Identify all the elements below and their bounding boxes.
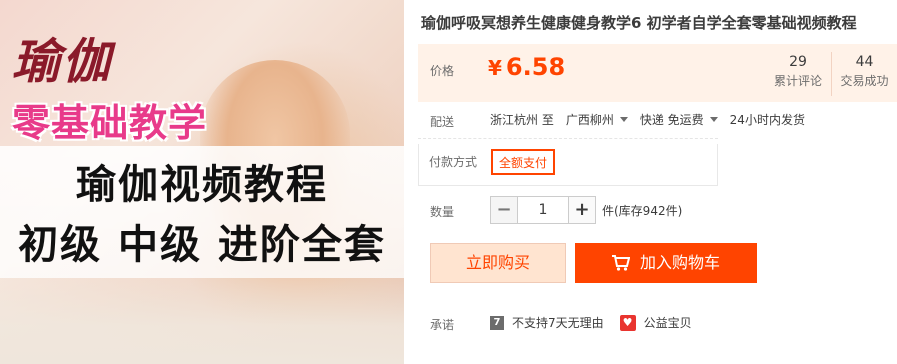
image-floor — [0, 269, 404, 364]
image-subtitle: 零基础教学 — [12, 101, 208, 145]
sales-stats: 29 累计评论 44 交易成功 — [765, 52, 897, 96]
image-line-1: 瑜伽视频教程 — [76, 162, 328, 208]
quantity-label: 数量 — [430, 205, 455, 219]
price-value: ¥6.58 — [488, 53, 565, 81]
ship-from: 浙江杭州 至 — [490, 113, 554, 127]
quantity-plus-button[interactable]: + — [568, 196, 596, 224]
payment-option-full[interactable]: 全额支付 — [491, 149, 556, 175]
image-line-2: 初级 中级 进阶全套 — [18, 222, 386, 268]
no-return-text[interactable]: 不支持7天无理由 — [512, 314, 604, 331]
shipping-row: 浙江杭州 至 广西柳州 快递 免运费 24小时内发货 — [490, 111, 805, 128]
ship-method: 快递 免运费 — [639, 113, 704, 127]
add-to-cart-button[interactable]: 加入购物车 — [575, 243, 757, 283]
price-block: 价格 ¥6.58 29 累计评论 44 交易成功 — [418, 44, 897, 102]
quantity-stepper: − 1 + 件(库存942件) — [490, 196, 682, 224]
ship-to-dropdown[interactable]: 广西柳州 — [566, 111, 628, 128]
add-to-cart-label: 加入购物车 — [639, 253, 720, 272]
product-title: 瑜伽呼吸冥想养生健康健身教学6 初学者自学全套零基础视频教程 — [421, 14, 857, 32]
charity-icon — [619, 314, 636, 331]
transactions-label: 交易成功 — [840, 74, 889, 88]
ship-method-dropdown[interactable]: 快递 免运费 — [640, 111, 718, 128]
transactions-count: 44 — [855, 54, 874, 70]
chevron-down-icon — [619, 117, 628, 122]
divider — [418, 138, 718, 139]
product-info-panel: 瑜伽呼吸冥想养生健康健身教学6 初学者自学全套零基础视频教程 价格 ¥6.58 … — [418, 0, 897, 364]
price-label: 价格 — [430, 64, 455, 78]
payment-label: 付款方式 — [429, 155, 478, 169]
payment-box: 付款方式 全额支付 — [418, 144, 718, 186]
price-amount: 6.58 — [505, 53, 566, 81]
stat-transactions: 44 交易成功 — [831, 52, 897, 96]
currency-symbol: ¥ — [488, 56, 502, 80]
image-title: 瑜伽 — [12, 34, 113, 90]
quantity-minus-button[interactable]: − — [490, 196, 518, 224]
seven-day-icon: 7 — [490, 315, 504, 330]
stock-text: 件(库存942件) — [602, 203, 683, 218]
stat-reviews[interactable]: 29 累计评论 — [765, 52, 831, 96]
charity-text[interactable]: 公益宝贝 — [644, 314, 692, 331]
cart-icon — [611, 255, 630, 271]
shipping-label: 配送 — [430, 115, 455, 129]
quantity-input[interactable]: 1 — [518, 196, 568, 224]
dispatch-time: 24小时内发货 — [729, 113, 805, 127]
promise-label: 承诺 — [430, 318, 455, 332]
promise-row: 7 不支持7天无理由 公益宝贝 — [490, 314, 692, 331]
reviews-count: 29 — [789, 54, 807, 70]
ship-to: 广西柳州 — [565, 113, 614, 127]
product-image[interactable]: 瑜伽 零基础教学 瑜伽视频教程 初级 中级 进阶全套 — [0, 0, 404, 364]
reviews-label: 累计评论 — [773, 74, 822, 88]
buy-now-button[interactable]: 立即购买 — [430, 243, 566, 283]
chevron-down-icon — [709, 117, 718, 122]
